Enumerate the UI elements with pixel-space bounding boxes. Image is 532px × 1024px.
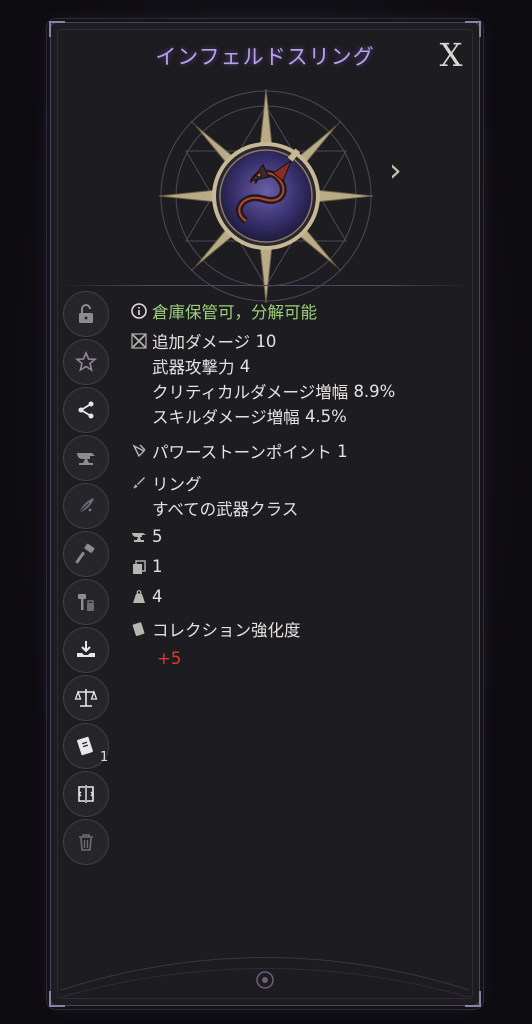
weapon-class-text: すべての武器クラス bbox=[152, 500, 299, 519]
info-icon bbox=[131, 303, 147, 319]
collection-value: +5 bbox=[157, 649, 182, 668]
collection-book-button[interactable]: 1 bbox=[63, 723, 109, 769]
repair-icon bbox=[78, 594, 94, 611]
powerstone-value: 1 bbox=[337, 441, 348, 461]
item-emblem bbox=[158, 88, 374, 304]
item-type-row: リング bbox=[131, 471, 202, 495]
anvil-icon bbox=[77, 453, 95, 465]
item-detail-panel: インフェルドスリング X › 1 倉庫保管可，分解可能 追加ダメージ 10 武器… bbox=[49, 21, 481, 1007]
scale-icon bbox=[74, 689, 98, 707]
hammer-icon bbox=[75, 543, 95, 564]
trash-icon bbox=[79, 834, 93, 851]
share-button[interactable] bbox=[63, 387, 109, 433]
sub-stat-row: スキルダメージ増幅 4.5% bbox=[131, 404, 347, 428]
star-icon bbox=[74, 350, 98, 372]
repair-button[interactable] bbox=[63, 579, 109, 625]
deposit-icon bbox=[77, 641, 95, 657]
weight-icon bbox=[133, 589, 145, 603]
sub-stat-row: 武器攻撃力 4 bbox=[131, 354, 250, 378]
storage-status-row: 倉庫保管可，分解可能 bbox=[131, 299, 317, 323]
sub-stat-label: クリティカルダメージ増幅 bbox=[152, 383, 349, 402]
close-button[interactable]: X bbox=[433, 37, 469, 73]
enhance-button[interactable] bbox=[63, 435, 109, 481]
sub-stat-label: スキルダメージ増幅 bbox=[152, 408, 300, 427]
weight-row: 4 bbox=[131, 587, 163, 606]
weight-value: 4 bbox=[152, 587, 163, 606]
corner-ornament bbox=[465, 21, 481, 37]
deposit-button[interactable] bbox=[63, 627, 109, 673]
refine-button[interactable] bbox=[63, 483, 109, 529]
lock-button[interactable] bbox=[63, 291, 109, 337]
weapon-class-row: すべての武器クラス bbox=[131, 496, 298, 520]
collection-row: コレクション強化度 bbox=[131, 617, 301, 641]
book-icon bbox=[77, 736, 93, 756]
sub-stat-value: 8.9% bbox=[353, 381, 396, 401]
share-icon bbox=[78, 401, 94, 419]
primary-stat-row: 追加ダメージ 10 bbox=[131, 329, 276, 353]
favorite-button[interactable] bbox=[63, 339, 109, 385]
dagger-icon bbox=[133, 477, 145, 489]
collection-value-row: +5 bbox=[157, 649, 181, 668]
powerstone-icon bbox=[132, 444, 146, 458]
lock-icon bbox=[79, 304, 93, 323]
crossed-swords-icon bbox=[131, 333, 147, 349]
powerstone-label: パワーストーンポイント bbox=[152, 443, 332, 462]
sub-stat-value: 4.5% bbox=[304, 406, 347, 426]
corner-ornament bbox=[49, 21, 65, 37]
collection-label: コレクション強化度 bbox=[152, 621, 301, 640]
feather-icon bbox=[78, 498, 94, 514]
craft-button[interactable] bbox=[63, 531, 109, 577]
collection-icon bbox=[132, 622, 145, 636]
enhance-count-row: 5 bbox=[131, 527, 163, 546]
delete-button[interactable] bbox=[63, 819, 109, 865]
sub-stat-value: 4 bbox=[239, 356, 251, 376]
trade-button[interactable] bbox=[63, 675, 109, 721]
compare-icon bbox=[78, 785, 94, 803]
sub-stat-label: 武器攻撃力 bbox=[152, 358, 235, 377]
copies-row: 1 bbox=[131, 557, 163, 576]
copies-value: 1 bbox=[152, 557, 163, 576]
powerstone-row: パワーストーンポイント 1 bbox=[131, 439, 348, 463]
bottom-ornament bbox=[60, 957, 470, 998]
sub-stat-row: クリティカルダメージ増幅 8.9% bbox=[131, 379, 395, 403]
primary-stat-label: 追加ダメージ bbox=[152, 333, 251, 352]
header-divider bbox=[59, 285, 471, 286]
storage-status-text: 倉庫保管可，分解可能 bbox=[152, 303, 317, 322]
copies-icon bbox=[133, 559, 146, 574]
book-count-badge: 1 bbox=[100, 750, 109, 765]
anvil-small-icon bbox=[132, 532, 146, 542]
primary-stat-value: 10 bbox=[255, 331, 277, 351]
next-item-arrow[interactable]: › bbox=[389, 154, 413, 186]
compare-button[interactable] bbox=[63, 771, 109, 817]
enhance-count-value: 5 bbox=[152, 527, 163, 546]
item-type-label: リング bbox=[152, 475, 202, 494]
item-name: インフェルドスリング bbox=[155, 45, 375, 69]
